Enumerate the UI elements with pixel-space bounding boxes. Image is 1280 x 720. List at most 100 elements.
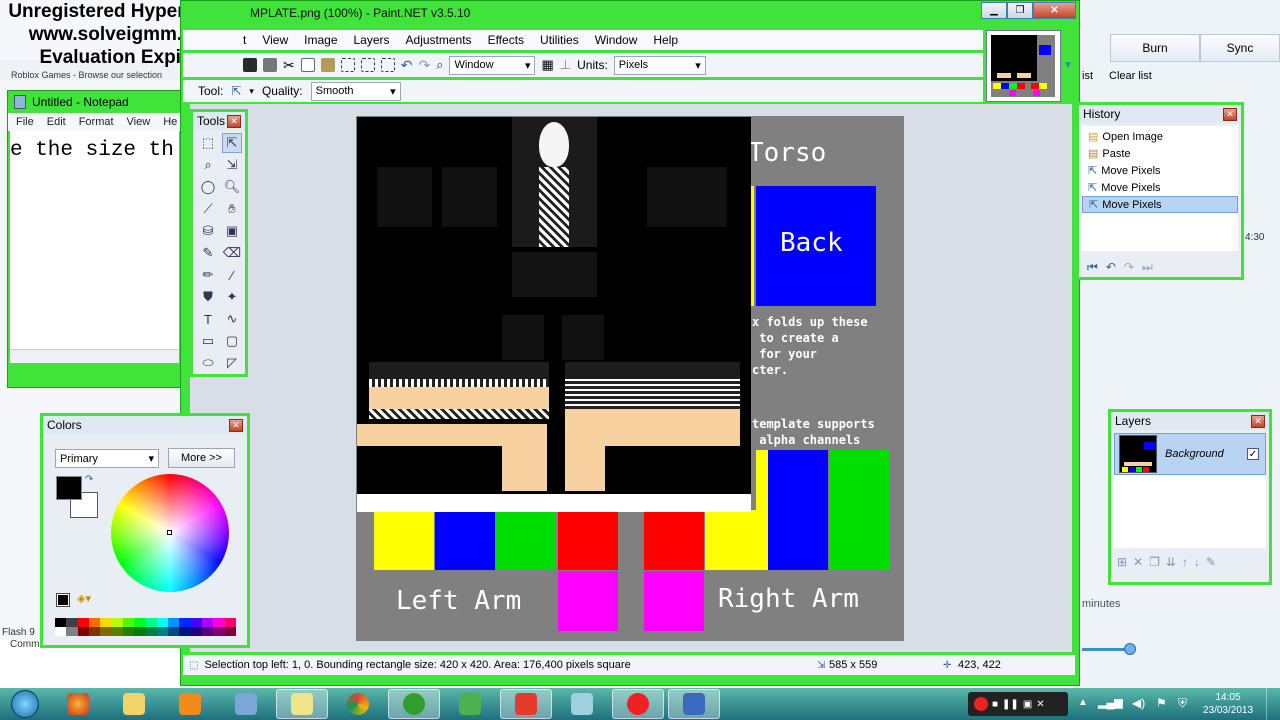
more-button[interactable]: More >>: [168, 448, 235, 468]
layer-item[interactable]: Background ✓: [1114, 433, 1266, 475]
line-curve-icon[interactable]: ∿: [222, 309, 242, 329]
text-icon[interactable]: T: [198, 309, 218, 329]
image-thumbnail[interactable]: [986, 30, 1061, 102]
cut-icon[interactable]: ✂: [283, 57, 295, 74]
color-mode-combo[interactable]: Primary ▾: [55, 449, 159, 468]
start-button[interactable]: [0, 688, 50, 720]
primary-color-swatch[interactable]: [56, 476, 82, 500]
taskbar-app[interactable]: [556, 689, 608, 719]
menu-edit[interactable]: t: [183, 33, 254, 47]
window-combo[interactable]: Window ▾: [449, 55, 536, 75]
ellipse-icon[interactable]: ⬭: [198, 353, 218, 373]
camera-icon[interactable]: ▣: [1023, 699, 1032, 710]
clock[interactable]: 14:05 23/03/2013: [1200, 691, 1256, 717]
add-layer-icon[interactable]: ⊞: [1117, 555, 1127, 569]
select-all-icon[interactable]: [380, 58, 395, 72]
print-icon[interactable]: [263, 58, 277, 72]
zoom-icon[interactable]: 🔍︎: [222, 177, 242, 197]
stop-icon[interactable]: ■: [992, 699, 998, 710]
lasso-icon[interactable]: ⌕: [198, 155, 218, 175]
crop-icon[interactable]: [340, 58, 355, 72]
move-selection-icon[interactable]: ⇲: [222, 155, 242, 175]
history-item-selected[interactable]: ⇱ Move Pixels: [1082, 196, 1238, 213]
volume-icon[interactable]: ◀): [1132, 696, 1145, 710]
history-item[interactable]: ⇱ Move Pixels: [1082, 162, 1238, 179]
paintbrush-icon[interactable]: ✎: [198, 243, 218, 263]
move-selection-icon[interactable]: ⇱: [231, 84, 241, 98]
gradient-icon[interactable]: ▣: [222, 221, 242, 241]
rewind-icon[interactable]: ⏮: [1087, 260, 1098, 275]
magic-wand-icon[interactable]: ⟋: [198, 199, 218, 219]
layer-properties-icon[interactable]: ✎: [1206, 555, 1216, 569]
menu-effects[interactable]: Effects: [480, 33, 532, 47]
close-icon[interactable]: ✕: [227, 114, 241, 128]
undo-icon[interactable]: ↶: [1106, 260, 1116, 275]
menu-adjustments[interactable]: Adjustments: [398, 33, 480, 47]
notepad-text-area[interactable]: e the size th: [10, 131, 179, 349]
taskbar-notepad[interactable]: [276, 689, 328, 719]
ellipse-select-icon[interactable]: ◯: [198, 177, 218, 197]
color-picker-icon[interactable]: ⁄: [222, 265, 242, 285]
paint-bucket-icon[interactable]: ⛁: [198, 221, 218, 241]
record-icon[interactable]: [974, 697, 988, 711]
menu-utilities[interactable]: Utilities: [532, 33, 587, 47]
flag-icon[interactable]: ⚑: [1156, 696, 1167, 710]
tray-expand-icon[interactable]: ▲: [1078, 697, 1088, 708]
copy-icon[interactable]: [300, 58, 315, 72]
burn-tab[interactable]: Burn: [1110, 34, 1200, 62]
deselect-icon[interactable]: [360, 58, 375, 72]
ruler-icon[interactable]: ⊥: [560, 57, 571, 73]
clear-list-link[interactable]: Clear list: [1109, 70, 1152, 82]
menu-layers[interactable]: Layers: [346, 33, 398, 47]
units-combo[interactable]: Pixels ▾: [613, 55, 706, 75]
move-layer-down-icon[interactable]: ↓: [1194, 555, 1200, 569]
taskbar-roblox[interactable]: [500, 689, 552, 719]
pause-icon[interactable]: ❚❚: [1002, 699, 1019, 710]
merge-layer-icon[interactable]: ⇊: [1166, 555, 1176, 569]
zoom-icon[interactable]: ⌕: [436, 57, 443, 73]
maximize-button[interactable]: ❐: [1007, 2, 1033, 19]
history-item[interactable]: ▤ Paste: [1082, 145, 1238, 162]
menu-view[interactable]: View: [254, 33, 296, 47]
pan-icon[interactable]: ✋︎: [222, 199, 242, 219]
color-swatch-small[interactable]: [56, 593, 70, 607]
rounded-rectangle-icon[interactable]: ▢: [222, 331, 242, 351]
redo-icon[interactable]: ↷: [418, 57, 430, 74]
close-icon[interactable]: ✕: [1223, 107, 1237, 121]
taskbar-explorer[interactable]: [108, 689, 160, 719]
palette-menu-icon[interactable]: ◈▾: [77, 592, 91, 605]
security-icon[interactable]: ⛨: [1178, 696, 1187, 711]
close-button[interactable]: ✕: [1033, 2, 1076, 19]
sync-tab[interactable]: Sync: [1200, 34, 1280, 62]
show-desktop-button[interactable]: [1266, 688, 1280, 720]
undo-icon[interactable]: ↶: [401, 57, 413, 74]
notepad-window[interactable]: Untitled - Notepad File Edit Format View…: [7, 90, 182, 388]
close-icon[interactable]: ✕: [1036, 699, 1044, 710]
rectangle-icon[interactable]: ▭: [198, 331, 218, 351]
menu-window[interactable]: Window: [587, 33, 646, 47]
clone-stamp-icon[interactable]: ⛊: [198, 287, 218, 307]
recolor-icon[interactable]: ✦: [222, 287, 242, 307]
grid-icon[interactable]: ▦: [541, 57, 553, 73]
menu-help[interactable]: Help: [645, 33, 686, 47]
layer-visibility-checkbox[interactable]: ✓: [1247, 448, 1259, 460]
taskbar-messenger[interactable]: [444, 689, 496, 719]
volume-thumb[interactable]: [1124, 643, 1136, 655]
taskbar-firefox[interactable]: [52, 689, 104, 719]
notepad-menu-view[interactable]: View: [127, 116, 151, 128]
taskbar-chrome[interactable]: [332, 689, 384, 719]
notepad-menu-edit[interactable]: Edit: [47, 116, 66, 128]
taskbar-utorrent[interactable]: [388, 689, 440, 719]
redo-icon[interactable]: ↷: [1124, 260, 1134, 275]
eraser-icon[interactable]: ⌫: [222, 243, 242, 263]
swap-colors-icon[interactable]: ↷: [85, 474, 93, 485]
taskbar-media[interactable]: [164, 689, 216, 719]
rectangle-select-icon[interactable]: ⬚: [198, 133, 218, 153]
quality-combo[interactable]: Smooth ▾: [310, 81, 401, 101]
taskbar-hypercam[interactable]: [612, 689, 664, 719]
move-layer-up-icon[interactable]: ↑: [1182, 555, 1188, 569]
menu-image[interactable]: Image: [296, 33, 345, 47]
duplicate-layer-icon[interactable]: ❐: [1149, 555, 1160, 569]
save-icon[interactable]: [243, 58, 257, 72]
notepad-menu-help[interactable]: He: [163, 116, 177, 128]
